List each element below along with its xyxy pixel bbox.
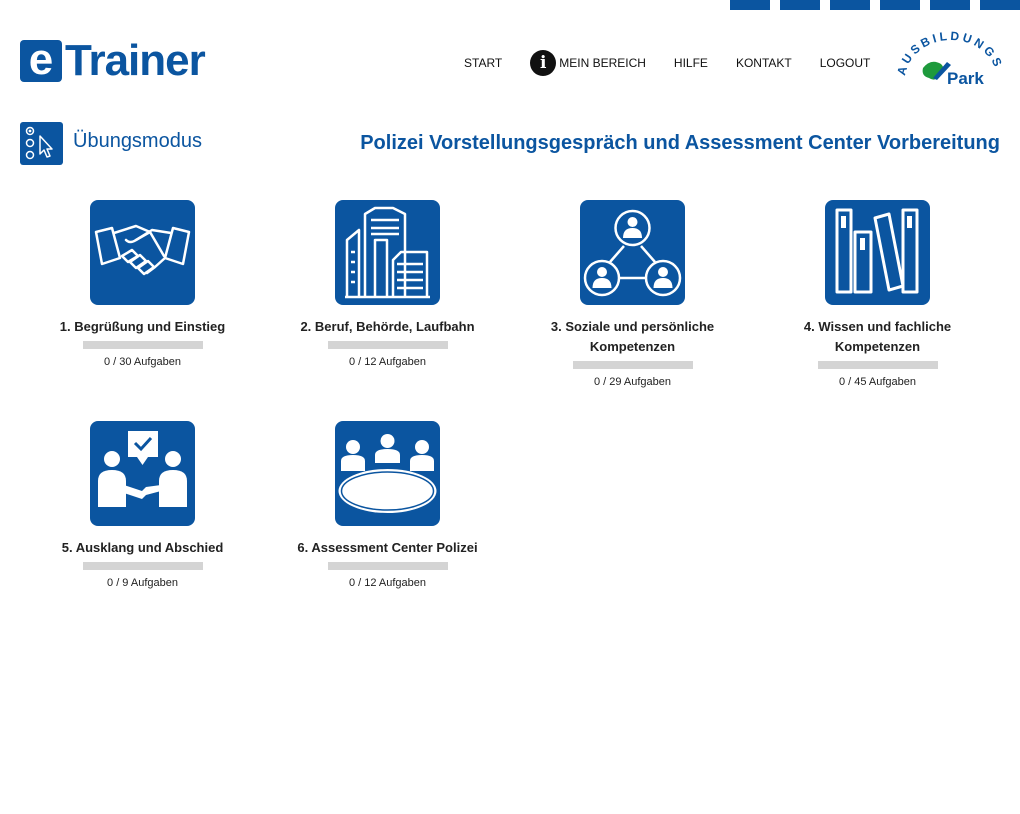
task-count: 0 / 29 Aufgaben — [593, 376, 672, 388]
task-count: 0 / 45 Aufgaben — [838, 376, 917, 388]
progress-bar — [327, 562, 448, 570]
category-label: 5. Ausklang und Abschied — [61, 540, 224, 555]
top-tab-5[interactable] — [930, 0, 970, 10]
top-tab-1[interactable] — [730, 0, 770, 10]
category-card-2[interactable]: 2. Beruf, Behörde, Laufbahn 0 / 12 Aufga… — [265, 200, 510, 368]
category-tile-5[interactable] — [90, 421, 195, 526]
category-card-3[interactable]: 3. Soziale und persönliche Kompetenzen 0… — [510, 200, 755, 388]
network-people-icon — [583, 209, 682, 297]
category-card-5[interactable]: 5. Ausklang und Abschied 0 / 9 Aufgaben — [20, 421, 265, 589]
nav-logout-label: LOGOUT — [819, 56, 871, 70]
nav-hilfe-label: HILFE — [673, 56, 708, 70]
nav-start[interactable]: START — [464, 56, 502, 70]
progress-bar — [817, 361, 938, 369]
category-label: 3. Soziale und persönliche Kompetenzen — [550, 319, 715, 354]
meeting-handshake-icon — [98, 431, 187, 507]
logo-wordmark: Trainer — [65, 36, 206, 85]
category-label: 6. Assessment Center Polizei — [297, 540, 478, 555]
category-card-6[interactable]: 6. Assessment Center Polizei 0 / 12 Aufg… — [265, 421, 510, 589]
task-count: 0 / 12 Aufgaben — [348, 356, 427, 368]
round-table-icon — [338, 434, 437, 513]
category-card-1[interactable]: 1. Begrüßung und Einstieg 0 / 30 Aufgabe… — [20, 200, 265, 368]
top-tab-6[interactable] — [980, 0, 1020, 10]
category-tile-6[interactable] — [335, 421, 440, 526]
nav-logout[interactable]: LOGOUT — [820, 56, 871, 70]
nav-mein-bereich[interactable]: i MEIN BEREICH — [530, 50, 646, 76]
task-count: 0 / 30 Aufgaben — [103, 356, 182, 368]
nav-mein-bereich-label: MEIN BEREICH — [559, 56, 646, 70]
nav-kontakt[interactable]: KONTAKT — [736, 56, 792, 70]
progress-bar — [82, 562, 203, 570]
category-tile-4[interactable] — [825, 200, 930, 305]
main-nav: START i MEIN BEREICH HILFE KONTAKT LOGOU… — [464, 50, 870, 76]
progress-bar — [82, 341, 203, 349]
category-label: 4. Wissen und fachliche Kompetenzen — [803, 319, 952, 354]
category-card-4[interactable]: 4. Wissen und fachliche Kompetenzen 0 / … — [755, 200, 1000, 388]
progress-bar — [572, 361, 693, 369]
etrainer-logo[interactable]: e Trainer — [20, 36, 206, 85]
logo-e-mark: e — [20, 38, 62, 82]
category-tile-1[interactable] — [90, 200, 195, 305]
course-title: Polizei Vorstellungsgespräch und Assessm… — [360, 132, 1000, 154]
category-label: 2. Beruf, Behörde, Laufbahn — [300, 319, 475, 334]
exercise-mode-icon — [20, 122, 63, 165]
top-tab-2[interactable] — [780, 0, 820, 10]
partner-logo-park-text: Park — [947, 69, 984, 88]
category-tile-3[interactable] — [580, 200, 685, 305]
category-tile-2[interactable] — [335, 200, 440, 305]
task-count: 0 / 9 Aufgaben — [107, 577, 178, 589]
top-tab-3[interactable] — [830, 0, 870, 10]
books-icon — [835, 208, 919, 294]
nav-hilfe[interactable]: HILFE — [674, 56, 708, 70]
ausbildungspark-logo[interactable]: AUSBILDUNGS Park — [897, 30, 1003, 90]
handshake-icon — [94, 224, 191, 276]
task-count: 0 / 12 Aufgaben — [348, 577, 427, 589]
category-label: 1. Begrüßung und Einstieg — [59, 319, 226, 334]
buildings-icon — [345, 206, 430, 299]
page-title: Übungsmodus — [73, 130, 202, 152]
top-tab-4[interactable] — [880, 0, 920, 10]
info-icon: i — [530, 50, 557, 76]
nav-start-label: START — [464, 56, 503, 70]
progress-bar — [327, 341, 448, 349]
nav-kontakt-label: KONTAKT — [735, 56, 792, 70]
